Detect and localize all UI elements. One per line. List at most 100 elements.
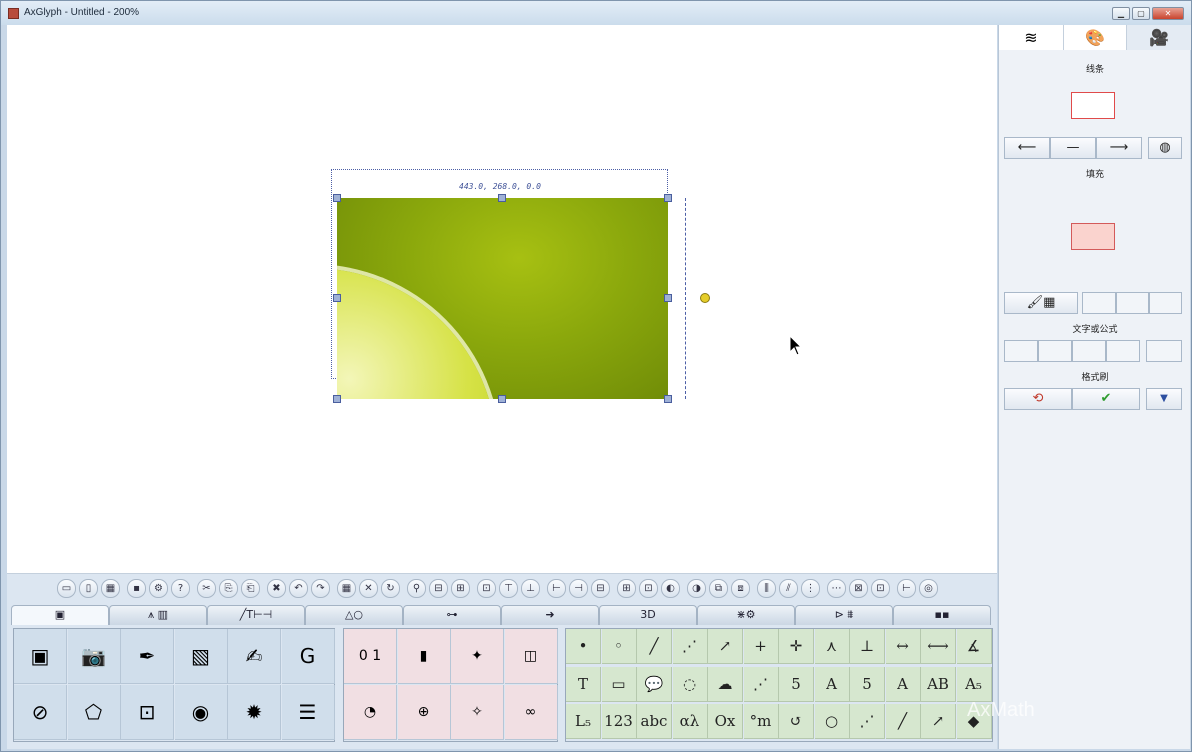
insert-tool-5[interactable]: G xyxy=(281,629,335,684)
shape-tool-14[interactable]: 💬 xyxy=(637,666,672,702)
chart-tool-7[interactable]: ∞ xyxy=(504,685,558,740)
shape-tool-9[interactable]: ↔ xyxy=(885,629,921,664)
camera-tab-icon[interactable]: 🎥 xyxy=(1127,25,1191,50)
shape-tool-3[interactable]: ⋰ xyxy=(672,629,708,664)
shape-tool-28[interactable]: Ox xyxy=(708,704,743,739)
layers-tab-icon[interactable]: ≋ xyxy=(999,25,1063,50)
toolbar-button-2[interactable]: ▦ xyxy=(101,579,120,598)
toolbar-button-34[interactable]: ⊠ xyxy=(849,579,868,598)
toolbar-button-22[interactable]: ⊣ xyxy=(569,579,588,598)
toolbar-button-28[interactable]: ⧉ xyxy=(709,579,728,598)
format-dropdown-button[interactable]: ▼ xyxy=(1146,388,1182,410)
toolbar-button-1[interactable]: ▯ xyxy=(79,579,98,598)
toolbar-button-30[interactable]: ⫼ xyxy=(757,579,776,598)
shape-tool-15[interactable]: ◌ xyxy=(672,666,708,702)
insert-tool-7[interactable]: ⬠ xyxy=(67,685,121,740)
toolbar-button-12[interactable]: ▦ xyxy=(337,579,356,598)
toolbar-button-29[interactable]: ⧈ xyxy=(731,579,750,598)
palette-tab-icon[interactable]: 🎨 xyxy=(1063,25,1127,50)
shape-tool-25[interactable]: 123 xyxy=(601,704,637,739)
resize-handle-se[interactable] xyxy=(664,395,672,403)
text-option-5[interactable] xyxy=(1146,340,1182,362)
insert-tool-1[interactable]: 📷 xyxy=(67,629,121,684)
shape-tool-24[interactable]: L₅ xyxy=(566,704,601,739)
toolbar-button-6[interactable]: ✂ xyxy=(197,579,216,598)
chart-tool-6[interactable]: ✧ xyxy=(451,685,504,740)
toolbar-button-37[interactable]: ◎ xyxy=(919,579,938,598)
toolbar-button-32[interactable]: ⋮ xyxy=(801,579,820,598)
insert-tool-6[interactable]: ⊘ xyxy=(14,685,67,740)
ribbon-tab-3[interactable]: △○ xyxy=(305,605,403,625)
resize-handle-n[interactable] xyxy=(498,194,506,202)
toolbar-button-18[interactable]: ⊡ xyxy=(477,579,496,598)
insert-tool-2[interactable]: ✒ xyxy=(121,629,174,684)
toolbar-button-5[interactable]: ? xyxy=(171,579,190,598)
shape-tool-17[interactable]: ⋰ xyxy=(743,666,779,702)
shape-tool-4[interactable]: ↗ xyxy=(708,629,743,664)
toolbar-button-0[interactable]: ▭ xyxy=(57,579,76,598)
toolbar-button-9[interactable]: ✖ xyxy=(267,579,286,598)
shape-tool-18[interactable]: 5 xyxy=(779,666,814,702)
shape-tool-8[interactable]: ⊥ xyxy=(850,629,885,664)
toolbar-button-25[interactable]: ⊡ xyxy=(639,579,658,598)
toolbar-button-33[interactable]: ⋯ xyxy=(827,579,846,598)
chart-tool-0[interactable]: 0 1 xyxy=(344,629,397,684)
shape-tool-13[interactable]: ▭ xyxy=(601,666,637,702)
toolbar-button-31[interactable]: ⫽ xyxy=(779,579,798,598)
shape-tool-12[interactable]: T xyxy=(566,666,601,702)
resize-handle-sw[interactable] xyxy=(333,395,341,403)
ribbon-tab-6[interactable]: 3D xyxy=(599,605,697,625)
toolbar-button-15[interactable]: ⚲ xyxy=(407,579,426,598)
toolbar-button-19[interactable]: ⊤ xyxy=(499,579,518,598)
text-option-3[interactable] xyxy=(1072,340,1106,362)
toolbar-button-7[interactable]: ⎘ xyxy=(219,579,238,598)
toolbar-button-21[interactable]: ⊢ xyxy=(547,579,566,598)
insert-tool-4[interactable]: ✍ xyxy=(228,629,281,684)
toolbar-button-14[interactable]: ↻ xyxy=(381,579,400,598)
shape-tool-31[interactable]: ○ xyxy=(814,704,850,739)
toolbar-button-11[interactable]: ↷ xyxy=(311,579,330,598)
shape-tool-5[interactable]: + xyxy=(743,629,779,664)
toolbar-button-35[interactable]: ⊡ xyxy=(871,579,890,598)
toolbar-button-20[interactable]: ⊥ xyxy=(521,579,540,598)
insert-tool-3[interactable]: ▧ xyxy=(174,629,228,684)
shape-tool-34[interactable]: ↗ xyxy=(921,704,956,739)
ribbon-tab-8[interactable]: ⊳ ⩩ xyxy=(795,605,893,625)
ribbon-tab-2[interactable]: ╱T⊢⊣ xyxy=(207,605,305,625)
toolbar-button-24[interactable]: ⊞ xyxy=(617,579,636,598)
fill-picker-button[interactable]: 🖌▦ xyxy=(1004,292,1078,314)
line-color-swatch[interactable] xyxy=(1071,92,1115,119)
tennis-ball-image[interactable] xyxy=(337,198,668,399)
shape-tool-7[interactable]: ⋏ xyxy=(814,629,850,664)
ribbon-tab-0[interactable]: ▣ xyxy=(11,605,109,625)
toolbar-button-17[interactable]: ⊞ xyxy=(451,579,470,598)
toolbar-button-16[interactable]: ⊟ xyxy=(429,579,448,598)
ribbon-tab-7[interactable]: ⋇⚙ xyxy=(697,605,795,625)
insert-tool-9[interactable]: ◉ xyxy=(174,685,228,740)
shape-tool-21[interactable]: A xyxy=(885,666,921,702)
toolbar-button-27[interactable]: ◑ xyxy=(687,579,706,598)
resize-handle-s[interactable] xyxy=(498,395,506,403)
shape-tool-26[interactable]: abc xyxy=(637,704,672,739)
shape-tool-16[interactable]: ☁ xyxy=(708,666,743,702)
ribbon-tab-1[interactable]: ⩚ ▥ xyxy=(109,605,207,625)
insert-tool-0[interactable]: ▣ xyxy=(14,629,67,684)
text-option-1[interactable] xyxy=(1004,340,1038,362)
chart-tool-5[interactable]: ⊕ xyxy=(397,685,451,740)
shape-tool-0[interactable]: • xyxy=(566,629,601,664)
line-style-button[interactable]: — xyxy=(1050,137,1096,159)
fill-option-2[interactable] xyxy=(1116,292,1149,314)
fill-color-swatch[interactable] xyxy=(1071,223,1115,250)
toolbar-button-4[interactable]: ⚙ xyxy=(149,579,168,598)
shape-tool-2[interactable]: ╱ xyxy=(637,629,672,664)
swap-format-button[interactable]: ⟲ xyxy=(1004,388,1072,410)
shape-tool-19[interactable]: A xyxy=(814,666,850,702)
resize-handle-ne[interactable] xyxy=(664,194,672,202)
ribbon-tab-4[interactable]: ⊶ xyxy=(403,605,501,625)
ribbon-tab-5[interactable]: ➜ xyxy=(501,605,599,625)
chart-tool-4[interactable]: ◔ xyxy=(344,685,397,740)
minimize-button[interactable]: ▁ xyxy=(1112,7,1130,20)
ribbon-tab-9[interactable]: ▪▪ xyxy=(893,605,991,625)
toolbar-button-10[interactable]: ↶ xyxy=(289,579,308,598)
fill-option-3[interactable] xyxy=(1149,292,1182,314)
